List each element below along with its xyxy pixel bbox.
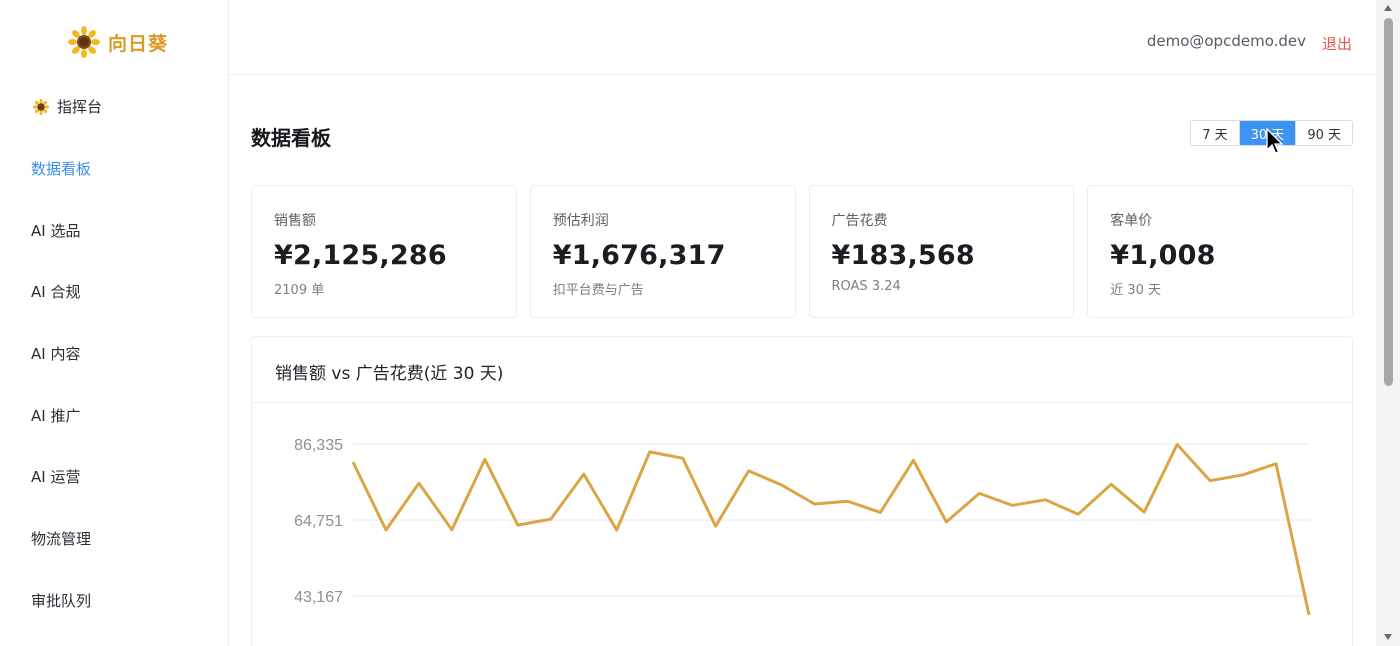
sidebar-item-logistics[interactable]: 物流管理 [0, 508, 228, 570]
sidebar-item-label: AI 运营 [31, 468, 81, 487]
sidebar-item-label: 指挥台 [57, 98, 103, 117]
sidebar-item-label: AI 内容 [31, 345, 81, 364]
scroll-up-arrow-icon[interactable] [1384, 5, 1392, 11]
sidebar-item-label: AI 推广 [31, 406, 81, 425]
app-name: 向日葵 [108, 32, 169, 55]
y-tick-label: 86,335 [294, 437, 343, 454]
scroll-thumb[interactable] [1384, 18, 1393, 386]
kpi-value: ¥1,008 [1110, 240, 1216, 271]
sidebar-item-approval-queue[interactable]: 审批队列 [0, 570, 228, 632]
sidebar-item-label: 审批队列 [31, 591, 92, 610]
logout-link[interactable]: 退出 [1322, 33, 1352, 54]
kpi-label: 广告花费 [831, 213, 888, 229]
sidebar-item-ai-operations[interactable]: AI 运营 [0, 446, 228, 508]
scroll-down-arrow-icon[interactable] [1384, 634, 1392, 640]
chart-title: 销售额 vs 广告花费(近 30 天) [275, 364, 504, 384]
page-scrollbar[interactable] [1376, 0, 1400, 646]
kpi-card-ad-spend: 广告花费 ¥183,568 ROAS 3.24 [808, 185, 1075, 318]
kpi-subtext: 近 30 天 [1110, 283, 1162, 298]
kpi-card-sales: 销售额 ¥2,125,286 2109 单 [251, 185, 517, 318]
kpi-subtext: ROAS 3.24 [831, 279, 901, 294]
kpi-card-profit: 预估利润 ¥1,676,317 扣平台费与广告 [529, 185, 796, 318]
sidebar-item-ai-content[interactable]: AI 内容 [0, 323, 228, 385]
sidebar-item-label: AI 合规 [31, 283, 81, 302]
kpi-value: ¥2,125,286 [274, 240, 447, 271]
kpi-label: 客单价 [1110, 213, 1153, 229]
y-tick-label: 64,751 [294, 513, 343, 530]
sales-vs-ad-chart-panel: 销售额 vs 广告花费(近 30 天) 86,335 64,751 43,167 [251, 336, 1353, 646]
y-tick-label: 43,167 [294, 589, 343, 606]
sunflower-icon [68, 26, 100, 58]
sidebar-item-ai-selection[interactable]: AI 选品 [0, 199, 228, 261]
kpi-subtext: 扣平台费与广告 [552, 283, 644, 298]
range-30-days-button[interactable]: 30 天 [1239, 121, 1297, 145]
page-title: 数据看板 [251, 126, 331, 150]
kpi-card-avg-order: 客单价 ¥1,008 近 30 天 [1087, 185, 1353, 318]
kpi-label: 预估利润 [552, 213, 609, 229]
sidebar-item-label: 数据看板 [31, 160, 92, 179]
sidebar-nav: 指挥台 数据看板 AI 选品 AI 合规 AI 内容 AI 推广 AI 运营 物… [0, 76, 228, 631]
date-range-selector: 7 天 30 天 90 天 [1190, 120, 1353, 146]
sidebar-item-ai-compliance[interactable]: AI 合规 [0, 261, 228, 323]
sidebar-item-ai-promotion[interactable]: AI 推广 [0, 384, 228, 446]
kpi-value: ¥1,676,317 [552, 240, 726, 271]
user-email: demo@opcdemo.dev [1146, 32, 1306, 50]
app-logo[interactable]: 向日葵 [68, 26, 168, 58]
sales-series-line [351, 443, 1311, 616]
kpi-subtext: 2109 单 [274, 283, 325, 298]
kpi-label: 销售额 [274, 213, 316, 229]
top-header: demo@opcdemo.dev 退出 [229, 0, 1376, 75]
line-chart: 86,335 64,751 43,167 [294, 437, 1311, 616]
kpi-value: ¥183,568 [831, 240, 975, 271]
sidebar-item-command-center[interactable]: 指挥台 [0, 76, 228, 138]
main-content: 数据看板 7 天 30 天 90 天 销售额 ¥2,125,286 2109 单… [229, 75, 1376, 646]
sidebar-item-label: 物流管理 [31, 530, 92, 549]
sidebar-item-label: AI 选品 [31, 221, 81, 240]
kpi-cards: 销售额 ¥2,125,286 2109 单 预估利润 ¥1,676,317 扣平… [251, 185, 1353, 318]
range-7-days-button[interactable]: 7 天 [1191, 121, 1240, 145]
sidebar: 向日葵 指挥台 数据看板 AI 选品 AI 合规 AI 内容 AI 推广 AI … [0, 0, 229, 646]
sunflower-icon [33, 98, 49, 115]
range-90-days-button[interactable]: 90 天 [1296, 121, 1352, 145]
sidebar-item-dashboard[interactable]: 数据看板 [0, 138, 228, 200]
